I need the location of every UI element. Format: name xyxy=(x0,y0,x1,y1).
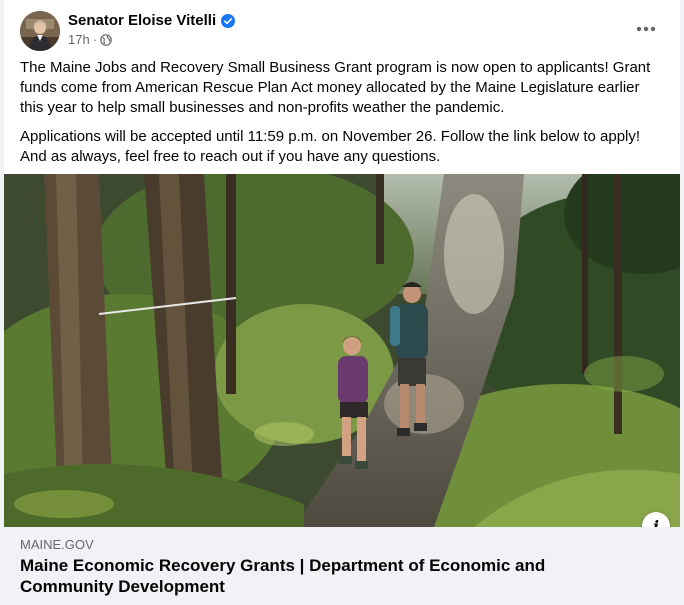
author-name[interactable]: Senator Eloise Vitelli xyxy=(68,12,236,29)
meta-separator: · xyxy=(92,32,98,47)
author-name-text[interactable]: Senator Eloise Vitelli xyxy=(68,12,216,29)
more-options-icon[interactable] xyxy=(628,14,664,44)
post-message: The Maine Jobs and Recovery Small Busine… xyxy=(20,58,664,176)
post-timestamp[interactable]: 17h xyxy=(68,32,90,47)
link-preview-image[interactable] xyxy=(4,174,680,527)
post-card: Senator Eloise Vitelli 17h · The Maine J… xyxy=(4,0,680,605)
post-paragraph-2: Applications will be accepted until 11:5… xyxy=(20,128,641,165)
link-domain: MAINE.GOV xyxy=(20,537,94,552)
link-preview-card[interactable]: MAINE.GOV Maine Economic Recovery Grants… xyxy=(4,527,680,605)
post-header: Senator Eloise Vitelli 17h · xyxy=(4,0,680,56)
post-paragraph-1: The Maine Jobs and Recovery Small Busine… xyxy=(20,59,651,116)
author-avatar[interactable] xyxy=(20,11,60,51)
post-meta: 17h · xyxy=(68,32,112,47)
globe-icon[interactable] xyxy=(100,33,112,46)
verified-badge-icon xyxy=(221,13,236,28)
link-title[interactable]: Maine Economic Recovery Grants | Departm… xyxy=(20,555,640,597)
